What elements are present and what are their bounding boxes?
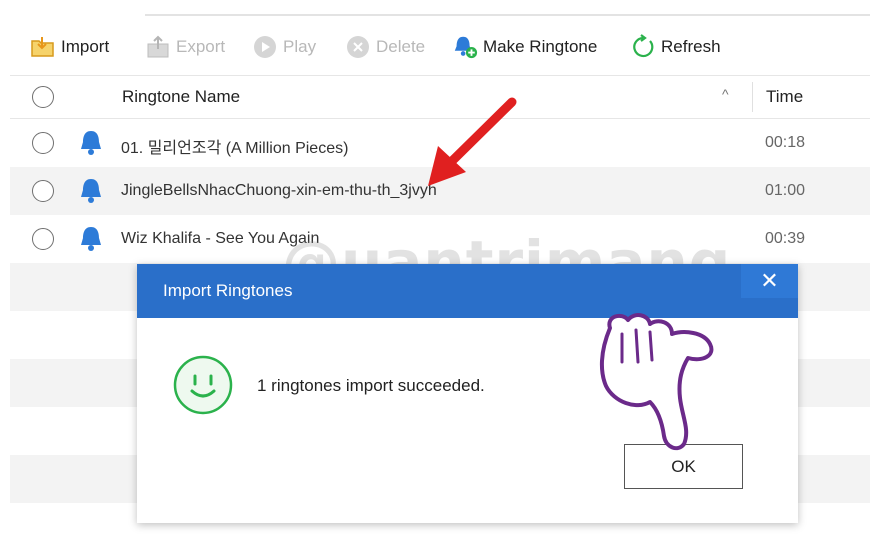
toolbar: Import Export Play Delete Make Ringtone … [0, 27, 870, 67]
refresh-icon [630, 34, 656, 60]
play-button[interactable]: Play [252, 27, 316, 67]
column-header-time[interactable]: Time [766, 87, 803, 107]
column-divider[interactable] [752, 82, 753, 112]
select-all-radio[interactable] [32, 86, 54, 108]
export-button[interactable]: Export [145, 27, 225, 67]
bell-icon [81, 227, 101, 251]
bell-icon [81, 131, 101, 155]
import-label: Import [61, 37, 110, 56]
make-ringtone-button[interactable]: Make Ringtone [452, 27, 597, 67]
sort-ascending-icon[interactable]: ^ [722, 86, 729, 102]
dialog-title: Import Ringtones [163, 281, 293, 300]
ringtone-name: 01. 밀리언조각 (A Million Pieces) [121, 140, 349, 157]
top-strip [145, 0, 870, 16]
refresh-button[interactable]: Refresh [630, 27, 721, 67]
export-icon [145, 34, 171, 60]
bell-icon [81, 179, 101, 203]
bell-plus-icon [452, 34, 478, 60]
play-label: Play [283, 37, 317, 56]
table-row[interactable]: JingleBellsNhacChuong-xin-em-thu-th_3jvy… [10, 167, 870, 215]
folder-import-icon [30, 34, 56, 60]
delete-label: Delete [376, 37, 426, 56]
smiley-success-icon [173, 355, 233, 415]
import-button[interactable]: Import [30, 27, 109, 67]
close-glyph: ✕ [760, 268, 779, 293]
make-ringtone-label: Make Ringtone [483, 37, 598, 56]
pointing-hand-icon [599, 313, 714, 451]
export-label: Export [176, 37, 226, 56]
table-header: Ringtone Name ^ Time [10, 75, 870, 119]
play-icon [252, 34, 278, 60]
ringtone-name: JingleBellsNhacChuong-xin-em-thu-th_3jvy… [121, 182, 437, 199]
delete-icon [345, 34, 371, 60]
row-select-radio[interactable] [32, 180, 54, 202]
row-select-radio[interactable] [32, 228, 54, 250]
column-header-name[interactable]: Ringtone Name [122, 87, 240, 107]
close-icon[interactable]: ✕ [741, 264, 798, 298]
dialog-message: 1 ringtones import succeeded. [257, 376, 485, 395]
refresh-label: Refresh [661, 37, 721, 56]
delete-button[interactable]: Delete [345, 27, 425, 67]
ringtone-time: 00:18 [765, 134, 806, 151]
table-row[interactable]: 01. 밀리언조각 (A Million Pieces) 00:18 [10, 119, 870, 167]
ringtone-time: 01:00 [765, 182, 806, 199]
row-select-radio[interactable] [32, 132, 54, 154]
ringtone-time: 00:39 [765, 230, 806, 247]
